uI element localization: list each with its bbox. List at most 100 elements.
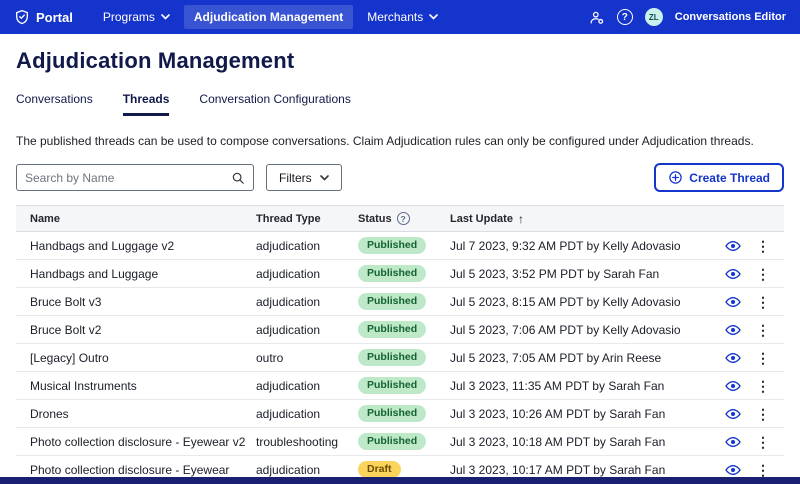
user-settings-icon[interactable] xyxy=(588,9,605,26)
navbar-right: ? ZL Conversations Editor xyxy=(588,8,786,26)
table-row[interactable]: Musical Instruments adjudication Publish… xyxy=(16,372,784,400)
col-header-label: Name xyxy=(30,213,60,225)
nav-item-merchants[interactable]: Merchants xyxy=(357,5,448,29)
row-name: Drones xyxy=(16,407,256,421)
shield-logo-icon xyxy=(14,9,30,25)
user-role-label: Conversations Editor xyxy=(675,11,786,23)
table-header-row: Name Thread Type Status ? Last Update ↑ xyxy=(16,206,784,232)
row-thread-type: adjudication xyxy=(256,267,358,281)
page-title: Adjudication Management xyxy=(16,48,784,74)
nav-item-label: Merchants xyxy=(367,10,423,24)
status-badge: Published xyxy=(358,405,426,423)
row-thread-type: adjudication xyxy=(256,239,358,253)
col-header-status[interactable]: Status ? xyxy=(358,212,450,225)
status-info-icon[interactable]: ? xyxy=(397,212,410,225)
row-last-update: Jul 3 2023, 10:18 AM PDT by Sarah Fan xyxy=(450,435,726,449)
table-row[interactable]: Bruce Bolt v2 adjudication Published Jul… xyxy=(16,316,784,344)
row-last-update: Jul 5 2023, 7:06 AM PDT by Kelly Adovasi… xyxy=(450,323,726,337)
row-thread-type: adjudication xyxy=(256,379,358,393)
create-thread-label: Create Thread xyxy=(689,171,770,185)
threads-table: Name Thread Type Status ? Last Update ↑ … xyxy=(16,205,784,484)
view-thread-icon[interactable] xyxy=(725,266,741,282)
table-row[interactable]: Photo collection disclosure - Eyewear v2… xyxy=(16,428,784,456)
row-name: Bruce Bolt v2 xyxy=(16,323,256,337)
table-row[interactable]: Handbags and Luggage adjudication Publis… xyxy=(16,260,784,288)
status-badge: Published xyxy=(358,349,426,367)
row-name: Photo collection disclosure - Eyewear xyxy=(16,463,256,477)
tab-bar: Conversations Threads Conversation Confi… xyxy=(16,92,784,116)
table-row[interactable]: Handbags and Luggage v2 adjudication Pub… xyxy=(16,232,784,260)
main-content: Adjudication Management Conversations Th… xyxy=(0,34,800,484)
kebab-menu-icon[interactable]: ⋮ xyxy=(754,463,772,477)
view-thread-icon[interactable] xyxy=(725,294,741,310)
row-name: Bruce Bolt v3 xyxy=(16,295,256,309)
toolbar: Filters Create Thread xyxy=(16,163,784,192)
table-row[interactable]: Drones adjudication Published Jul 3 2023… xyxy=(16,400,784,428)
search-box xyxy=(16,164,254,191)
sort-ascending-icon[interactable]: ↑ xyxy=(518,212,524,226)
help-icon[interactable]: ? xyxy=(617,9,633,25)
nav-item-adjudication-management[interactable]: Adjudication Management xyxy=(184,5,353,29)
search-icon[interactable] xyxy=(231,171,245,185)
tab-conversation-configurations[interactable]: Conversation Configurations xyxy=(199,92,350,116)
avatar[interactable]: ZL xyxy=(645,8,663,26)
filters-button[interactable]: Filters xyxy=(266,164,342,191)
row-name: [Legacy] Outro xyxy=(16,351,256,365)
row-last-update: Jul 7 2023, 9:32 AM PDT by Kelly Adovasi… xyxy=(450,239,726,253)
row-name: Photo collection disclosure - Eyewear v2 xyxy=(16,435,256,449)
table-row[interactable]: [Legacy] Outro outro Published Jul 5 202… xyxy=(16,344,784,372)
filters-label: Filters xyxy=(279,171,312,185)
row-last-update: Jul 5 2023, 7:05 AM PDT by Arin Reese xyxy=(450,351,726,365)
view-thread-icon[interactable] xyxy=(725,350,741,366)
row-thread-type: adjudication xyxy=(256,407,358,421)
row-name: Handbags and Luggage xyxy=(16,267,256,281)
kebab-menu-icon[interactable]: ⋮ xyxy=(754,295,772,309)
row-name: Musical Instruments xyxy=(16,379,256,393)
plus-circle-icon xyxy=(668,170,683,185)
tab-conversations[interactable]: Conversations xyxy=(16,92,93,116)
row-thread-type: adjudication xyxy=(256,463,358,477)
brand-logo[interactable]: Portal xyxy=(14,9,73,25)
view-thread-icon[interactable] xyxy=(725,434,741,450)
view-thread-icon[interactable] xyxy=(725,378,741,394)
status-badge: Published xyxy=(358,237,426,255)
row-last-update: Jul 3 2023, 10:26 AM PDT by Sarah Fan xyxy=(450,407,726,421)
kebab-menu-icon[interactable]: ⋮ xyxy=(754,239,772,253)
kebab-menu-icon[interactable]: ⋮ xyxy=(754,267,772,281)
create-thread-button[interactable]: Create Thread xyxy=(654,163,784,192)
footer-bar xyxy=(0,477,800,484)
view-thread-icon[interactable] xyxy=(725,462,741,478)
kebab-menu-icon[interactable]: ⋮ xyxy=(754,435,772,449)
kebab-menu-icon[interactable]: ⋮ xyxy=(754,323,772,337)
status-badge: Published xyxy=(358,377,426,395)
nav-item-label: Programs xyxy=(103,10,155,24)
kebab-menu-icon[interactable]: ⋮ xyxy=(754,407,772,421)
col-header-last-update[interactable]: Last Update ↑ xyxy=(450,212,726,226)
view-thread-icon[interactable] xyxy=(725,406,741,422)
kebab-menu-icon[interactable]: ⋮ xyxy=(754,351,772,365)
nav-item-programs[interactable]: Programs xyxy=(93,5,180,29)
view-thread-icon[interactable] xyxy=(725,322,741,338)
status-badge: Published xyxy=(358,265,426,283)
page-description: The published threads can be used to com… xyxy=(16,134,784,148)
row-last-update: Jul 5 2023, 3:52 PM PDT by Sarah Fan xyxy=(450,267,726,281)
row-last-update: Jul 3 2023, 10:17 AM PDT by Sarah Fan xyxy=(450,463,726,477)
col-header-thread-type[interactable]: Thread Type xyxy=(256,213,358,225)
col-header-name[interactable]: Name xyxy=(16,213,256,225)
view-thread-icon[interactable] xyxy=(725,238,741,254)
status-badge: Published xyxy=(358,293,426,311)
search-input[interactable] xyxy=(25,171,231,185)
row-last-update: Jul 5 2023, 8:15 AM PDT by Kelly Adovasi… xyxy=(450,295,726,309)
col-header-label: Last Update xyxy=(450,213,513,225)
status-badge: Published xyxy=(358,433,426,451)
table-body: Handbags and Luggage v2 adjudication Pub… xyxy=(16,232,784,484)
kebab-menu-icon[interactable]: ⋮ xyxy=(754,379,772,393)
brand-label: Portal xyxy=(36,10,73,25)
row-last-update: Jul 3 2023, 11:35 AM PDT by Sarah Fan xyxy=(450,379,726,393)
chevron-down-icon xyxy=(429,14,438,20)
nav-item-label: Adjudication Management xyxy=(194,10,343,24)
top-navbar: Portal Programs Adjudication Management … xyxy=(0,0,800,34)
table-row[interactable]: Bruce Bolt v3 adjudication Published Jul… xyxy=(16,288,784,316)
row-name: Handbags and Luggage v2 xyxy=(16,239,256,253)
tab-threads[interactable]: Threads xyxy=(123,92,170,116)
